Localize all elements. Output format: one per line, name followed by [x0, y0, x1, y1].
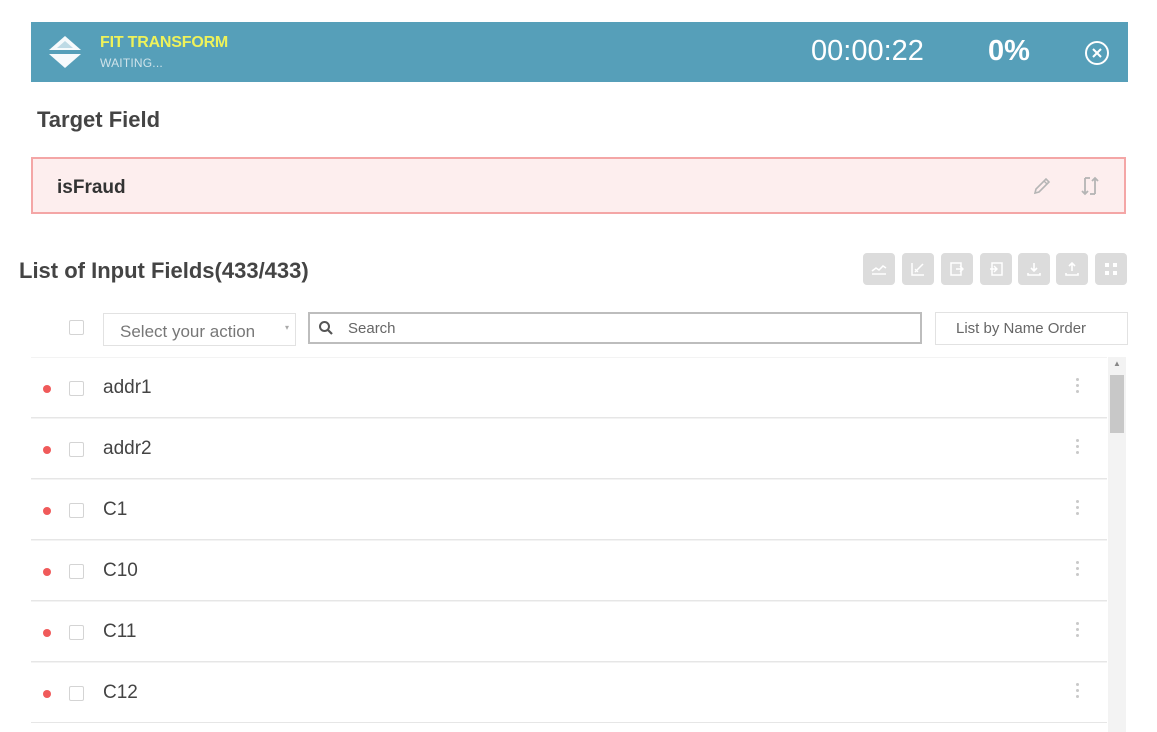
field-name: C12 — [103, 682, 138, 703]
more-vertical-icon[interactable] — [1071, 436, 1083, 460]
target-field-value: isFraud — [57, 177, 126, 198]
status-dot — [43, 690, 51, 698]
row-checkbox[interactable] — [69, 564, 84, 579]
more-vertical-icon[interactable] — [1071, 619, 1083, 643]
search-icon — [319, 321, 333, 335]
input-fields-list: addr1 addr2 C1 C10 C11 C12 — [31, 357, 1107, 732]
edit-chart-icon[interactable] — [902, 253, 934, 285]
more-vertical-icon[interactable] — [1071, 680, 1083, 704]
pencil-icon[interactable] — [1030, 174, 1054, 198]
export-left-icon[interactable] — [941, 253, 973, 285]
status-dot — [43, 568, 51, 576]
row-checkbox[interactable] — [69, 503, 84, 518]
close-circle-icon[interactable] — [1084, 40, 1110, 66]
grid-icon[interactable] — [1095, 253, 1127, 285]
action-select-label: Select your action — [120, 322, 256, 341]
more-vertical-icon[interactable] — [1071, 558, 1083, 582]
sort-order-button[interactable]: List by Name Order — [935, 312, 1128, 345]
more-vertical-icon[interactable] — [1071, 497, 1083, 521]
swap-icon[interactable] — [1078, 174, 1102, 198]
list-item[interactable]: C1 — [31, 479, 1107, 540]
list-item[interactable]: addr1 — [31, 357, 1107, 418]
target-field-box: isFraud — [31, 157, 1126, 214]
list-item[interactable]: C11 — [31, 601, 1107, 662]
select-all-checkbox[interactable] — [69, 320, 84, 335]
row-checkbox[interactable] — [69, 686, 84, 701]
list-item[interactable]: addr2 — [31, 418, 1107, 479]
status-dot — [43, 507, 51, 515]
more-vertical-icon[interactable] — [1071, 375, 1083, 399]
row-checkbox[interactable] — [69, 442, 84, 457]
action-select[interactable]: Select your action ▾ — [103, 313, 296, 346]
scrollbar-thumb[interactable] — [1110, 375, 1124, 433]
row-checkbox[interactable] — [69, 381, 84, 396]
task-title: FIT TRANSFORM — [100, 34, 229, 51]
scroll-up-arrow-icon[interactable]: ▲ — [1108, 359, 1126, 371]
row-checkbox[interactable] — [69, 625, 84, 640]
sort-order-label: List by Name Order — [956, 320, 1087, 337]
target-field-heading: Target Field — [37, 107, 161, 132]
field-name: addr2 — [103, 438, 152, 459]
elapsed-timer: 00:00:22 — [811, 35, 924, 67]
export-right-icon[interactable] — [980, 253, 1012, 285]
field-name: C1 — [103, 499, 128, 520]
list-item[interactable]: C10 — [31, 540, 1107, 601]
task-status: WAITING... — [100, 56, 163, 70]
search-input[interactable] — [348, 317, 908, 339]
field-name: C10 — [103, 560, 138, 581]
field-name: addr1 — [103, 377, 152, 398]
status-dot — [43, 446, 51, 454]
download-icon[interactable] — [1018, 253, 1050, 285]
list-scrollbar[interactable]: ▲ — [1108, 357, 1126, 732]
chart-icon[interactable] — [863, 253, 895, 285]
input-fields-heading: List of Input Fields(433/433) — [19, 258, 309, 283]
diamond-logo-icon — [49, 36, 81, 68]
list-item[interactable]: C12 — [31, 662, 1107, 723]
search-box[interactable] — [308, 312, 922, 344]
caret-down-icon: ▾ — [284, 323, 289, 332]
status-dot — [43, 385, 51, 393]
field-name: C11 — [103, 621, 137, 642]
upload-icon[interactable] — [1056, 253, 1088, 285]
status-dot — [43, 629, 51, 637]
progress-percent: 0% — [988, 35, 1030, 67]
task-status-bar: FIT TRANSFORM WAITING... 00:00:22 0% — [31, 22, 1128, 82]
